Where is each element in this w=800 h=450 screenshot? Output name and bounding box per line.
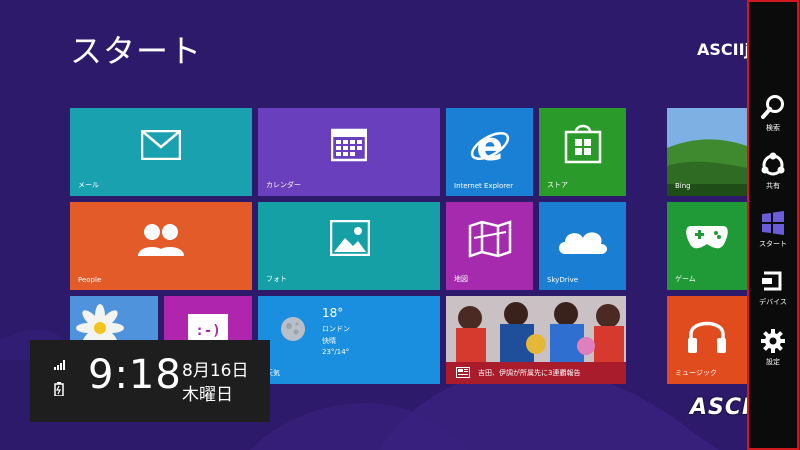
tile-mail[interactable]: メール <box>70 108 252 196</box>
map-icon <box>468 220 512 258</box>
calendar-icon <box>331 128 367 162</box>
clock-overlay: 9:18 8月16日 木曜日 <box>30 340 270 422</box>
tile-label: Bing <box>675 182 691 190</box>
clock-date: 8月16日 <box>182 361 249 381</box>
charm-label: 設定 <box>766 358 780 366</box>
windows-icon <box>762 211 784 235</box>
gamepad-icon <box>686 226 728 249</box>
svg-text:e: e <box>476 124 503 168</box>
devices-icon <box>762 271 782 291</box>
tile-internet-explorer[interactable]: e Internet Explorer <box>446 108 533 196</box>
start-screen-title: スタート <box>70 32 203 70</box>
charm-label: 共有 <box>766 182 780 190</box>
tile-people[interactable]: People <box>70 202 252 290</box>
tile-bing[interactable]: Bing <box>667 108 747 196</box>
news-headline-bar: 吉田、伊調が所属先に3連覇報告 <box>446 362 626 384</box>
weather-condition: 快晴 <box>322 337 336 345</box>
people-icon <box>138 224 184 256</box>
weather-range: 23°/14° <box>322 348 350 356</box>
charm-label: デバイス <box>759 298 787 306</box>
headphones-icon <box>688 321 726 353</box>
tile-label: カレンダー <box>266 181 301 189</box>
tile-label: メール <box>78 181 99 189</box>
tile-label: ゲーム <box>675 275 696 283</box>
tile-music[interactable]: ミュージック <box>667 296 747 384</box>
photo-icon <box>330 220 370 256</box>
mail-icon <box>141 130 181 160</box>
tile-calendar[interactable]: カレンダー <box>258 108 440 196</box>
search-icon <box>761 95 784 119</box>
tile-label: フォト <box>266 275 287 283</box>
tile-label: SkyDrive <box>547 276 579 284</box>
cloud-icon <box>559 232 607 254</box>
tile-maps[interactable]: 地図 <box>446 202 533 290</box>
tile-weather[interactable]: 18° ロンドン 快晴 23°/14° 天気 <box>258 296 440 384</box>
tile-label: People <box>78 276 102 284</box>
charm-share[interactable]: 共有 <box>749 152 797 191</box>
svg-text::-): :-) <box>195 323 220 339</box>
tile-news[interactable]: 吉田、伊調が所属先に3連覇報告 <box>446 296 626 384</box>
charm-start[interactable]: スタート <box>749 210 797 249</box>
tile-store[interactable]: ストア <box>539 108 626 196</box>
news-headline: 吉田、伊調が所属先に3連覇報告 <box>478 369 581 377</box>
moon-icon <box>281 317 305 341</box>
charms-bar: 検索 共有 スタート デバイス 設定 <box>747 0 799 450</box>
tile-photo[interactable]: フォト <box>258 202 440 290</box>
store-icon <box>564 124 602 164</box>
weather-temperature: 18° <box>322 306 344 320</box>
share-icon <box>761 152 785 176</box>
news-photo-image <box>446 296 626 362</box>
clock-time: 9:18 <box>88 352 182 398</box>
weather-city: ロンドン <box>322 325 350 333</box>
tile-label: ミュージック <box>675 369 717 377</box>
news-icon <box>456 367 470 378</box>
gear-icon <box>761 329 785 353</box>
charm-label: 検索 <box>766 124 780 132</box>
internet-explorer-icon: e <box>470 124 510 168</box>
tile-label: ストア <box>547 181 568 189</box>
tile-label: Internet Explorer <box>454 182 514 190</box>
tile-label: 地図 <box>454 275 468 283</box>
charm-settings[interactable]: 設定 <box>749 328 797 367</box>
tile-skydrive[interactable]: SkyDrive <box>539 202 626 290</box>
signal-icon <box>54 360 65 370</box>
charm-devices[interactable]: デバイス <box>749 268 797 307</box>
battery-icon <box>54 382 64 396</box>
charm-search[interactable]: 検索 <box>749 94 797 133</box>
tile-games[interactable]: ゲーム <box>667 202 747 290</box>
charm-label: スタート <box>759 240 787 248</box>
clock-weekday: 木曜日 <box>182 385 233 405</box>
